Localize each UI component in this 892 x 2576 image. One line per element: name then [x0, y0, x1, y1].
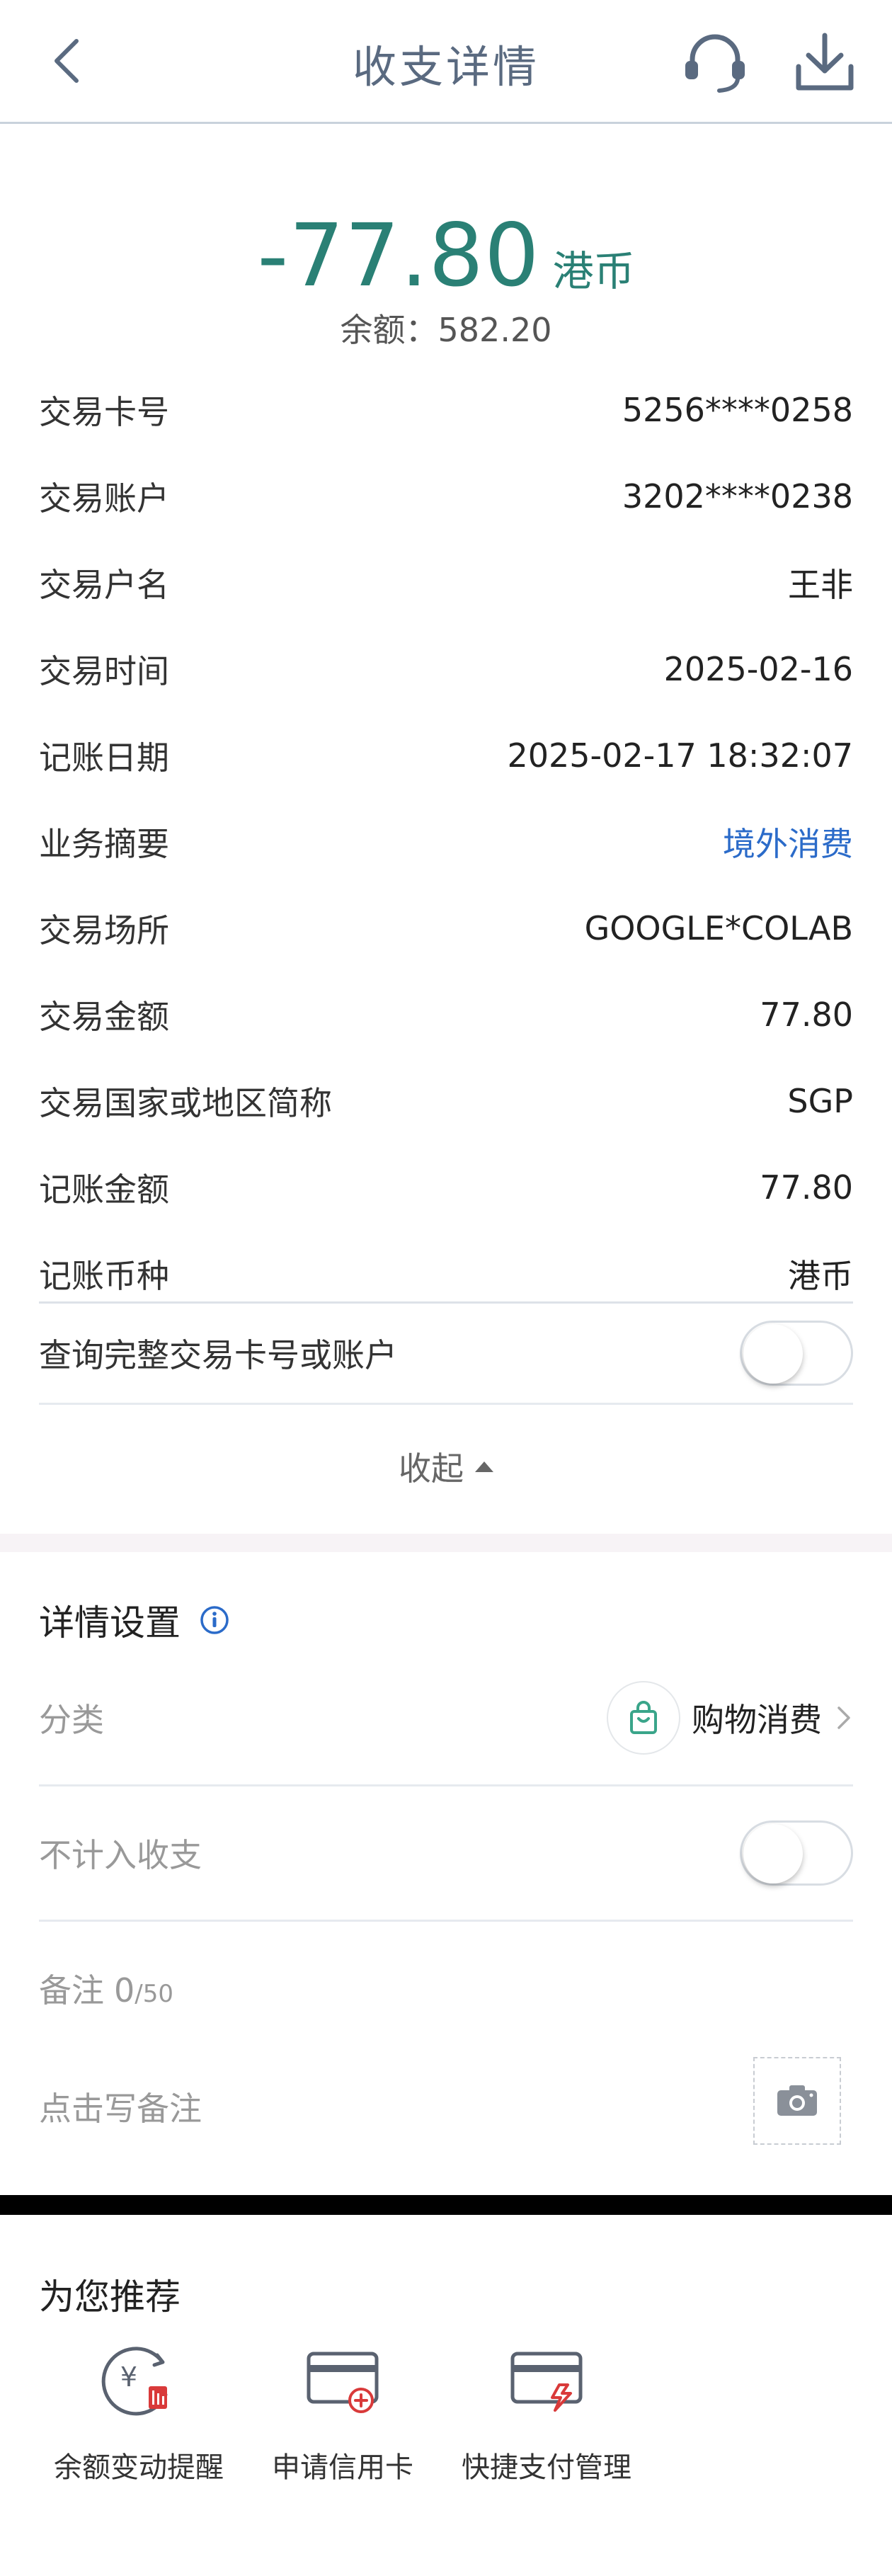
category-value-text: 购物消费	[692, 1701, 822, 1739]
detail-row-country: 交易国家或地区简称 SGP	[39, 1058, 853, 1144]
section-divider-dark	[0, 2195, 892, 2215]
recommend-item-balance-alert[interactable]: ¥ 余额变动提醒	[47, 2337, 231, 2485]
top-bar: 收支详情	[0, 0, 892, 124]
detail-label: 交易卡号	[39, 393, 169, 431]
detail-value: 5256****0258	[622, 391, 853, 429]
detail-row-merchant: 交易场所 GOOGLE*COLAB	[39, 885, 853, 971]
detail-label: 记账金额	[39, 1170, 169, 1209]
settings-section-title: 详情设置	[39, 1595, 230, 1646]
detail-value: 77.80	[760, 1168, 853, 1207]
full-number-toggle-row: 查询完整交易卡号或账户	[39, 1301, 853, 1405]
section-divider	[0, 1534, 892, 1552]
detail-value: 2025-02-16	[663, 650, 853, 688]
detail-row-transaction-time: 交易时间 2025-02-16	[39, 626, 853, 712]
info-icon[interactable]	[199, 1605, 230, 1636]
credit-card-add-icon	[307, 2352, 379, 2413]
detail-row-card-number: 交易卡号 5256****0258	[39, 367, 853, 453]
note-label: 备注	[39, 1971, 104, 2010]
collapse-label: 收起	[399, 1449, 464, 1488]
category-row[interactable]: 分类 购物消费	[39, 1651, 853, 1786]
collapse-button[interactable]: 收起	[0, 1443, 892, 1490]
settings-title-text: 详情设置	[39, 1602, 181, 1643]
detail-label: 交易户名	[39, 566, 169, 604]
switch-knob	[743, 1324, 803, 1384]
detail-value: SGP	[787, 1082, 853, 1120]
detail-row-transaction-amount: 交易金额 77.80	[39, 971, 853, 1058]
detail-label: 交易场所	[39, 911, 169, 950]
svg-text:¥: ¥	[120, 2361, 137, 2393]
chevron-right-icon	[837, 1706, 850, 1729]
recommend-item-apply-credit-card[interactable]: 申请信用卡	[251, 2337, 435, 2485]
triangle-up-icon	[475, 1461, 493, 1472]
quick-pay-card-icon	[510, 2352, 583, 2412]
detail-value: GOOGLE*COLAB	[584, 909, 853, 947]
exclude-row: 不计入收支	[39, 1786, 853, 1922]
detail-label: 记账币种	[39, 1257, 169, 1295]
download-icon[interactable]	[793, 30, 857, 95]
add-photo-button[interactable]	[753, 2057, 841, 2145]
detail-value: 3202****0238	[622, 477, 853, 515]
detail-label: 交易账户	[39, 479, 169, 518]
note-header: 备注 0/50	[39, 1965, 173, 2012]
detail-row-account-name: 交易户名 王非	[39, 540, 853, 626]
detail-label: 交易时间	[39, 652, 169, 690]
recommend-title: 为您推荐	[39, 2276, 181, 2318]
switch-knob	[743, 1824, 803, 1883]
detail-row-account: 交易账户 3202****0238	[39, 453, 853, 540]
transaction-amount: -77.80	[257, 205, 540, 306]
category-value: 购物消费	[607, 1681, 853, 1755]
detail-value: 港币	[788, 1257, 853, 1295]
detail-value: 王非	[788, 566, 853, 604]
balance-alert-icon: ¥	[101, 2347, 168, 2416]
camera-icon	[777, 2085, 817, 2116]
note-input[interactable]: 点击写备注	[39, 2083, 202, 2130]
page-title: 收支详情	[352, 41, 539, 93]
recommend-label: 余额变动提醒	[54, 2451, 224, 2484]
exclude-label: 不计入收支	[39, 1836, 202, 1874]
transaction-currency: 港币	[552, 247, 635, 295]
detail-row-posting-amount: 记账金额 77.80	[39, 1144, 853, 1231]
detail-label: 交易国家或地区简称	[39, 1084, 332, 1122]
recommend-item-quick-pay[interactable]: 快捷支付管理	[454, 2337, 639, 2485]
business-summary-link[interactable]: 境外消费	[723, 819, 853, 865]
category-label: 分类	[39, 1701, 104, 1739]
detail-label: 记账日期	[39, 739, 169, 777]
recommend-label: 申请信用卡	[272, 2451, 413, 2484]
detail-value: 77.80	[760, 996, 853, 1034]
detail-label: 交易金额	[39, 998, 169, 1036]
full-number-toggle-label: 查询完整交易卡号或账户	[39, 1336, 397, 1374]
detail-row-posting-date: 记账日期 2025-02-17 18:32:07	[39, 712, 853, 799]
recommend-label: 快捷支付管理	[462, 2451, 631, 2484]
detail-value: 2025-02-17 18:32:07	[507, 736, 853, 775]
note-max: /50	[135, 1980, 173, 2008]
full-number-switch[interactable]	[740, 1321, 853, 1386]
balance-text: 余额：582.20	[340, 311, 552, 349]
detail-list: 交易卡号 5256****0258 交易账户 3202****0238 交易户名…	[39, 367, 853, 1317]
detail-row-summary: 业务摘要 境外消费	[39, 799, 853, 885]
amount-summary: -77.80 港币	[0, 205, 892, 306]
note-count: 0	[114, 1971, 135, 2010]
shopping-bag-icon	[607, 1681, 680, 1755]
exclude-switch[interactable]	[740, 1820, 853, 1886]
headset-icon[interactable]	[680, 31, 750, 95]
detail-label: 业务摘要	[39, 825, 169, 863]
